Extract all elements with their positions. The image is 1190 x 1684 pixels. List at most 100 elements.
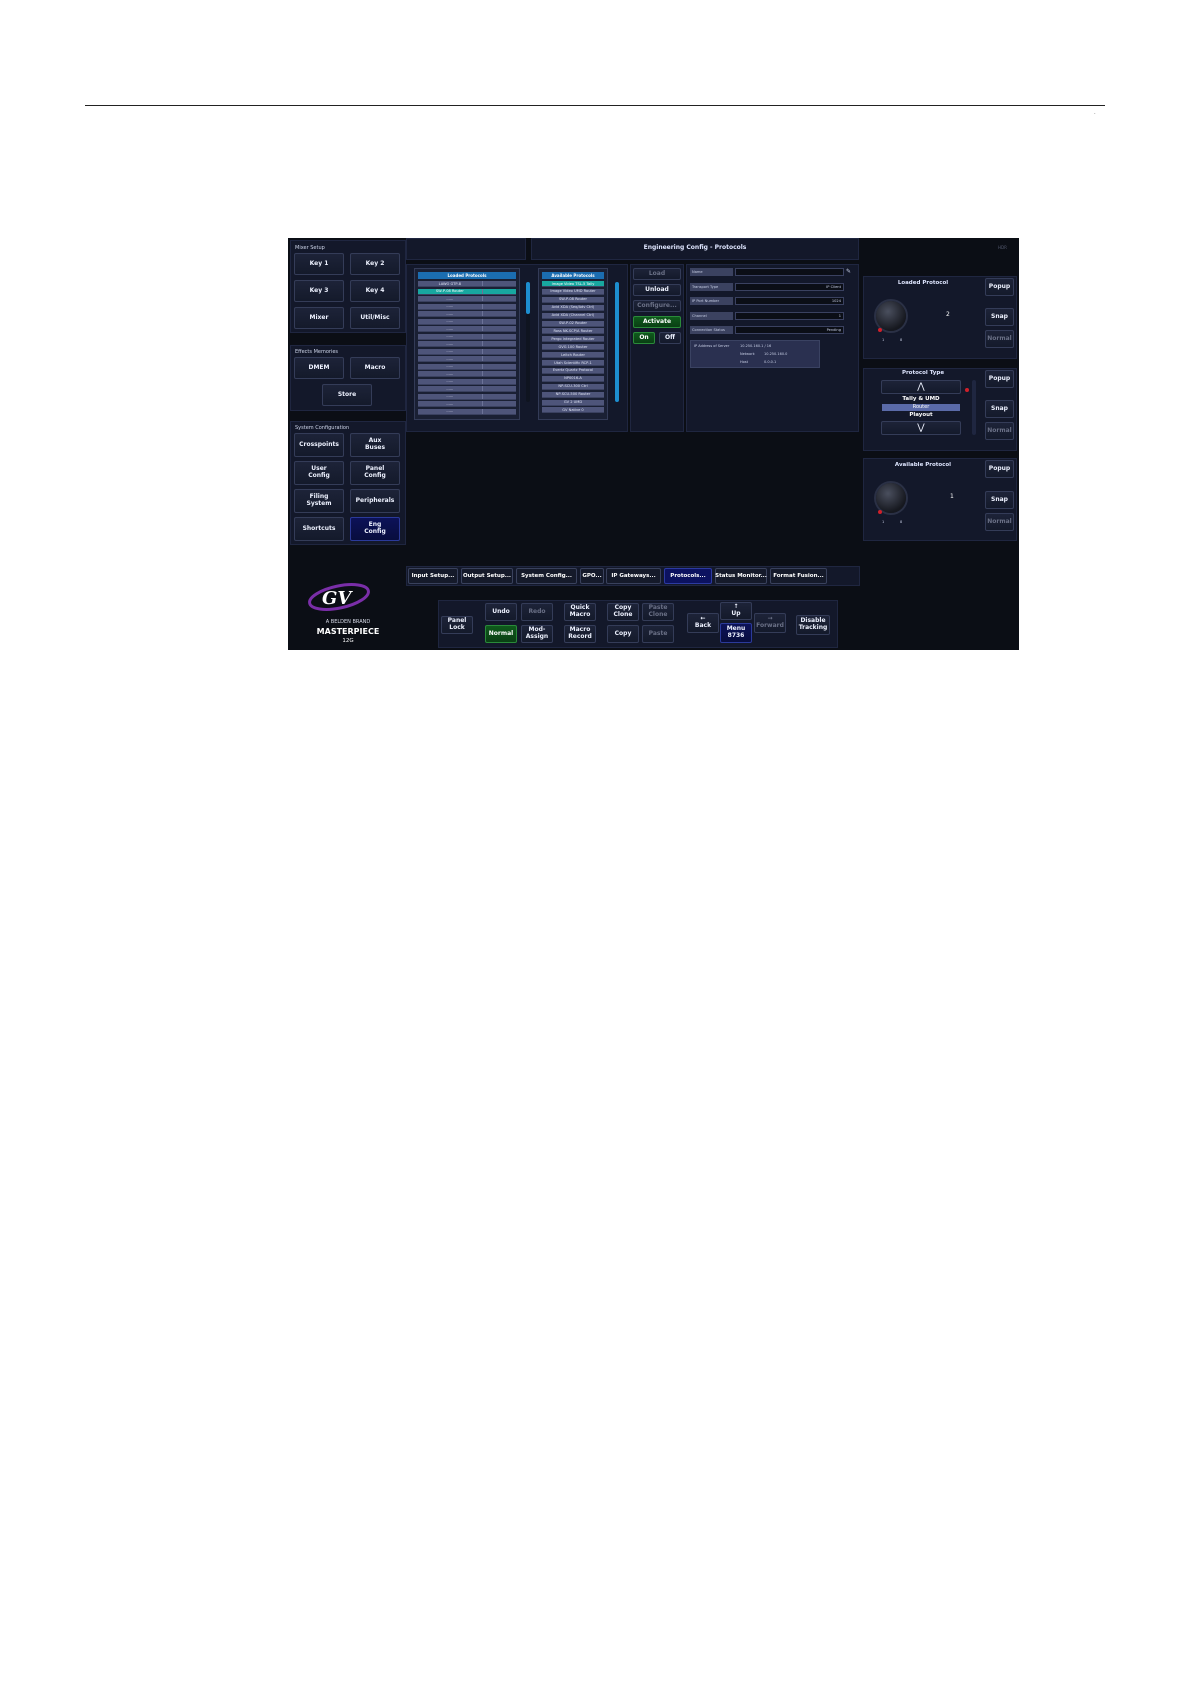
protocol-type-normal-button[interactable]: Normal <box>985 422 1014 440</box>
available-protocol-row[interactable]: Ross NK-SCP/A Router <box>542 328 604 335</box>
loaded-protocols-list[interactable]: Loaded Protocols LAWO GTP-8 SW-P-08 Route… <box>414 268 520 420</box>
paste-clone-button[interactable]: Paste Clone <box>642 603 674 621</box>
paste-button[interactable]: Paste <box>642 625 674 643</box>
loaded-popup-button[interactable]: Popup <box>985 278 1014 296</box>
loaded-protocol-row[interactable]: ...... <box>418 386 516 392</box>
available-snap-button[interactable]: Snap <box>985 491 1014 509</box>
loaded-protocol-knob[interactable] <box>876 301 906 331</box>
panel-config-button[interactable]: Panel Config <box>350 461 400 485</box>
util-misc-button[interactable]: Util/Misc <box>350 307 400 329</box>
filing-system-button[interactable]: Filing System <box>294 489 344 513</box>
loaded-scroll-thumb[interactable] <box>526 282 530 314</box>
available-normal-button[interactable]: Normal <box>985 513 1014 531</box>
unload-button[interactable]: Unload <box>633 284 681 296</box>
protocol-type-snap-button[interactable]: Snap <box>985 400 1014 418</box>
back-button[interactable]: ← Back <box>687 613 719 633</box>
protocol-type-option-1[interactable]: Router <box>882 404 960 411</box>
protocol-type-option-2[interactable]: Playout <box>881 412 961 419</box>
aux-buses-button[interactable]: Aux Buses <box>350 433 400 457</box>
undo-button[interactable]: Undo <box>485 603 517 621</box>
mod-assign-button[interactable]: Mod- Assign <box>521 625 553 643</box>
protocol-type-option-0[interactable]: Tally & UMD <box>881 396 961 403</box>
key4-button[interactable]: Key 4 <box>350 280 400 302</box>
redo-button[interactable]: Redo <box>521 603 553 621</box>
loaded-protocol-row[interactable]: ...... <box>418 348 516 355</box>
loaded-protocol-row[interactable]: ...... <box>418 356 516 362</box>
shortcuts-button[interactable]: Shortcuts <box>294 517 344 541</box>
tab-output-setup[interactable]: Output Setup... <box>461 568 513 584</box>
tab-protocols[interactable]: Protocols... <box>664 568 712 584</box>
loaded-snap-button[interactable]: Snap <box>985 308 1014 326</box>
available-protocol-row[interactable]: Leitch Router <box>542 352 604 359</box>
available-protocols-scrollbar[interactable] <box>615 282 619 402</box>
protocol-type-popup-button[interactable]: Popup <box>985 370 1014 388</box>
available-scroll-thumb[interactable] <box>615 282 619 402</box>
field-value[interactable] <box>735 268 844 276</box>
loaded-protocol-row[interactable]: ...... <box>418 326 516 332</box>
copy-button[interactable]: Copy <box>607 625 639 643</box>
available-protocol-row[interactable]: Image Video TSL-5 Tally <box>542 281 604 287</box>
field-value[interactable]: IP Client <box>735 282 844 291</box>
protocol-type-scroll-thumb[interactable] <box>972 380 976 435</box>
loaded-protocol-row[interactable]: ...... <box>418 341 516 347</box>
macro-button[interactable]: Macro <box>350 357 400 379</box>
key3-button[interactable]: Key 3 <box>294 280 344 302</box>
panel-lock-button[interactable]: Panel Lock <box>441 616 473 634</box>
loaded-protocol-row[interactable]: ...... <box>418 318 516 325</box>
mixer-button[interactable]: Mixer <box>294 307 344 329</box>
loaded-protocol-row[interactable]: SW-P-08 Router <box>418 288 516 295</box>
available-protocol-row[interactable]: GVG 100 Router <box>542 344 604 351</box>
peripherals-button[interactable]: Peripherals <box>350 489 400 513</box>
protocol-type-up-button[interactable]: ⋀ <box>881 380 961 394</box>
macro-record-button[interactable]: Macro Record <box>564 625 596 643</box>
quick-macro-button[interactable]: Quick Macro <box>564 603 596 621</box>
tab-input-setup[interactable]: Input Setup... <box>408 568 458 584</box>
available-protocols-list[interactable]: Available Protocols Image Video TSL-5 Ta… <box>538 268 608 420</box>
available-popup-button[interactable]: Popup <box>985 460 1014 478</box>
available-protocol-row[interactable]: Avid XDA (Channel Ctrl) <box>542 312 604 319</box>
available-protocol-row[interactable]: Pergo Integrated Router <box>542 336 604 343</box>
disable-tracking-button[interactable]: Disable Tracking <box>796 615 830 635</box>
available-protocol-row[interactable]: GV Native 0 <box>542 407 604 414</box>
loaded-protocol-row[interactable]: ...... <box>418 371 516 377</box>
field-value[interactable]: 1 <box>735 311 844 320</box>
on-button[interactable]: On <box>633 332 655 344</box>
available-protocol-row[interactable]: SW-P-02 Router <box>542 320 604 327</box>
loaded-protocol-row[interactable]: ...... <box>418 408 516 415</box>
loaded-protocol-row[interactable]: ...... <box>418 393 516 400</box>
forward-button[interactable]: → Forward <box>754 613 786 633</box>
loaded-protocol-row[interactable]: ...... <box>418 296 516 302</box>
normal-button[interactable]: Normal <box>485 625 517 643</box>
tab-ip-gateways[interactable]: IP Gateways... <box>606 568 661 584</box>
configure-button[interactable]: Configure... <box>633 300 681 312</box>
available-protocol-row[interactable]: Evertz Quartz Protocol <box>542 367 604 374</box>
available-protocol-row[interactable]: SW-P-08 Router <box>542 296 604 303</box>
eng-config-button[interactable]: Eng Config <box>350 517 400 541</box>
available-protocol-knob[interactable] <box>876 483 906 513</box>
crosspoints-button[interactable]: Crosspoints <box>294 433 344 457</box>
protocol-type-down-button[interactable]: ⋁ <box>881 421 961 435</box>
key1-button[interactable]: Key 1 <box>294 253 344 275</box>
copy-clone-button[interactable]: Copy Clone <box>607 603 639 621</box>
tab-status-monitor[interactable]: Status Monitor... <box>715 568 767 584</box>
loaded-protocol-row[interactable]: ...... <box>418 401 516 407</box>
available-protocol-row[interactable]: Image Video UMD Router <box>542 288 604 295</box>
dmem-button[interactable]: DMEM <box>294 357 344 379</box>
loaded-normal-button[interactable]: Normal <box>985 330 1014 348</box>
name-edit-icon[interactable]: ✎ <box>846 268 856 276</box>
loaded-protocol-row[interactable]: ...... <box>418 363 516 370</box>
field-value[interactable]: Pending <box>735 326 844 334</box>
loaded-protocols-scrollbar[interactable] <box>526 282 530 402</box>
menu-button[interactable]: Menu 8736 <box>720 623 752 643</box>
key2-button[interactable]: Key 2 <box>350 253 400 275</box>
field-value[interactable]: 1024 <box>735 297 844 305</box>
tab-format-fusion[interactable]: Format Fusion... <box>770 568 827 584</box>
available-protocol-row[interactable]: NP-SCU-500 Router <box>542 391 604 398</box>
loaded-protocol-row[interactable]: ...... <box>418 378 516 385</box>
protocol-type-scrollbar[interactable] <box>972 380 976 435</box>
tab-gpo[interactable]: GPO... <box>580 568 604 584</box>
up-button[interactable]: ↑ Up <box>720 602 752 620</box>
available-protocol-row[interactable]: Avid XDA (Seq/Adv Ctrl) <box>542 304 604 311</box>
loaded-protocol-row[interactable]: ...... <box>418 311 516 317</box>
loaded-protocol-row[interactable]: LAWO GTP-8 <box>418 281 516 287</box>
